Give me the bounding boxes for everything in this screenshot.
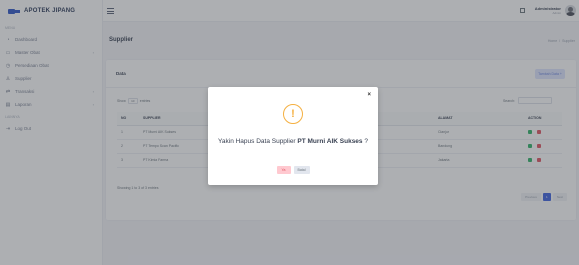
confirm-yes-button[interactable]: Ya [276,166,291,174]
confirm-question-target: PT Murni AIK Sukses [297,138,363,145]
confirm-question-prefix: Yakin Hapus Data Supplier [218,138,298,145]
confirm-question-suffix: ? [362,138,368,145]
close-icon[interactable]: × [367,92,371,98]
confirm-delete-dialog: × ! Yakin Hapus Data Supplier PT Murni A… [208,87,378,185]
cancel-button[interactable]: Batal [293,166,310,174]
warning-icon: ! [283,104,303,124]
dialog-actions: Ya Batal [208,166,378,174]
confirm-question: Yakin Hapus Data Supplier PT Murni AIK S… [214,137,372,146]
